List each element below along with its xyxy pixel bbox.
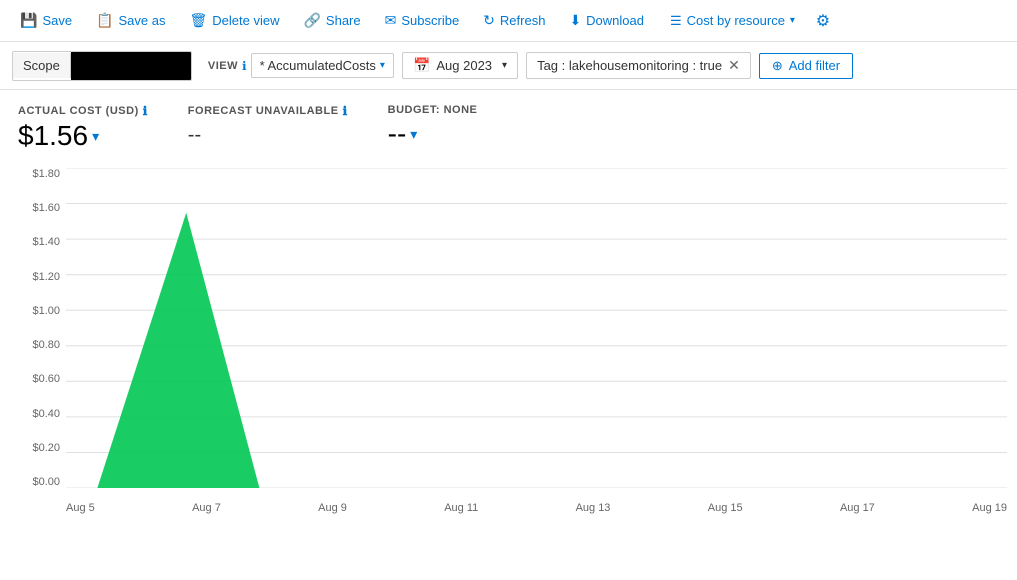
delete-view-label: Delete view: [212, 13, 279, 28]
share-button[interactable]: 🔗 Share: [293, 8, 370, 33]
subscribe-icon: ✉: [385, 12, 397, 29]
save-icon: 💾: [20, 12, 37, 29]
cost-by-resource-label: Cost by resource: [687, 13, 785, 28]
delete-view-button[interactable]: 🗑 Delete view: [180, 8, 290, 33]
y-label-5: $1.00: [18, 305, 60, 317]
refresh-icon: ↻: [483, 12, 495, 29]
list-icon: ☰: [670, 13, 682, 29]
y-label-1: $1.80: [18, 168, 60, 180]
metrics-bar: ACTUAL COST (USD) ℹ $1.56 ▾ FORECAST UNA…: [0, 90, 1017, 160]
y-label-7: $0.60: [18, 373, 60, 385]
y-label-6: $0.80: [18, 339, 60, 351]
view-value: * AccumulatedCosts: [260, 58, 376, 73]
x-label-7: Aug 17: [840, 502, 875, 514]
add-filter-label: Add filter: [789, 58, 840, 73]
x-label-4: Aug 11: [444, 502, 478, 514]
cost-by-resource-button[interactable]: ☰ Cost by resource ▾: [660, 9, 805, 33]
x-label-2: Aug 7: [192, 502, 221, 514]
add-filter-icon: ⊕: [772, 58, 783, 74]
y-label-8: $0.40: [18, 408, 60, 420]
download-button[interactable]: ⬇ Download: [559, 8, 654, 33]
actual-cost-info-icon[interactable]: ℹ: [143, 104, 148, 118]
y-label-10: $0.00: [18, 476, 60, 488]
budget-value: -- ▾: [388, 118, 478, 150]
share-icon: 🔗: [303, 12, 320, 29]
add-filter-button[interactable]: ⊕ Add filter: [759, 53, 853, 79]
date-value: Aug 2023: [436, 58, 492, 73]
chevron-down-icon: ▾: [790, 15, 795, 26]
y-label-3: $1.40: [18, 236, 60, 248]
chart-svg: [66, 168, 1007, 488]
chart-area: $1.80 $1.60 $1.40 $1.20 $1.00 $0.80 $0.6…: [0, 160, 1017, 520]
tag-label: Tag : lakehousemonitoring : true: [537, 58, 722, 73]
x-label-5: Aug 13: [576, 502, 611, 514]
view-dropdown[interactable]: * AccumulatedCosts ▾: [251, 53, 394, 78]
download-icon: ⬇: [569, 12, 581, 29]
forecast-info-icon[interactable]: ℹ: [343, 104, 348, 118]
view-prefix: VIEW: [208, 60, 238, 72]
save-as-button[interactable]: 📋 Save as: [86, 8, 175, 33]
chart-inner: [66, 168, 1007, 488]
cost-bar: [97, 213, 259, 488]
share-label: Share: [326, 13, 361, 28]
subscribe-label: Subscribe: [401, 13, 459, 28]
x-label-1: Aug 5: [66, 502, 95, 514]
budget-label: BUDGET: NONE: [388, 104, 478, 116]
subscribe-button[interactable]: ✉ Subscribe: [375, 8, 470, 33]
actual-cost-chevron-icon[interactable]: ▾: [92, 128, 99, 145]
refresh-button[interactable]: ↻ Refresh: [473, 8, 555, 33]
x-label-3: Aug 9: [318, 502, 347, 514]
forecast-label: FORECAST UNAVAILABLE ℹ: [188, 104, 348, 118]
save-as-icon: 📋: [96, 12, 113, 29]
budget-metric: BUDGET: NONE -- ▾: [388, 104, 478, 150]
x-label-8: Aug 19: [972, 502, 1007, 514]
save-button[interactable]: 💾 Save: [10, 8, 82, 33]
view-group: VIEW ℹ * AccumulatedCosts ▾: [208, 53, 394, 78]
gear-icon: ⚙: [816, 11, 830, 31]
y-axis: $1.80 $1.60 $1.40 $1.20 $1.00 $0.80 $0.6…: [18, 168, 60, 488]
actual-cost-label: ACTUAL COST (USD) ℹ: [18, 104, 148, 118]
filter-bar: Scope VIEW ℹ * AccumulatedCosts ▾ 📅 Aug …: [0, 42, 1017, 90]
tag-close-icon[interactable]: ✕: [728, 57, 740, 74]
date-chevron-icon: ▾: [502, 60, 507, 71]
scope-label: Scope: [13, 53, 71, 78]
actual-cost-metric: ACTUAL COST (USD) ℹ $1.56 ▾: [18, 104, 148, 152]
y-label-9: $0.20: [18, 442, 60, 454]
save-as-label: Save as: [119, 13, 166, 28]
forecast-value: --: [188, 124, 348, 147]
y-label-2: $1.60: [18, 202, 60, 214]
refresh-label: Refresh: [500, 13, 546, 28]
y-label-4: $1.20: [18, 271, 60, 283]
forecast-metric: FORECAST UNAVAILABLE ℹ --: [188, 104, 348, 147]
x-axis: Aug 5 Aug 7 Aug 9 Aug 11 Aug 13 Aug 15 A…: [66, 502, 1007, 514]
view-info-icon[interactable]: ℹ: [242, 59, 247, 73]
delete-icon: 🗑: [190, 12, 208, 29]
view-chevron-icon: ▾: [380, 60, 385, 71]
settings-button[interactable]: ⚙: [809, 7, 837, 35]
tag-filter: Tag : lakehousemonitoring : true ✕: [526, 52, 751, 79]
actual-cost-value: $1.56 ▾: [18, 120, 148, 152]
scope-group: Scope: [12, 51, 192, 81]
budget-chevron-icon[interactable]: ▾: [410, 126, 417, 143]
save-label: Save: [42, 13, 72, 28]
x-label-6: Aug 15: [708, 502, 743, 514]
toolbar: 💾 Save 📋 Save as 🗑 Delete view 🔗 Share ✉…: [0, 0, 1017, 42]
scope-value: [71, 52, 191, 80]
download-label: Download: [586, 13, 644, 28]
date-dropdown[interactable]: 📅 Aug 2023 ▾: [402, 52, 518, 79]
calendar-icon: 📅: [413, 57, 430, 74]
